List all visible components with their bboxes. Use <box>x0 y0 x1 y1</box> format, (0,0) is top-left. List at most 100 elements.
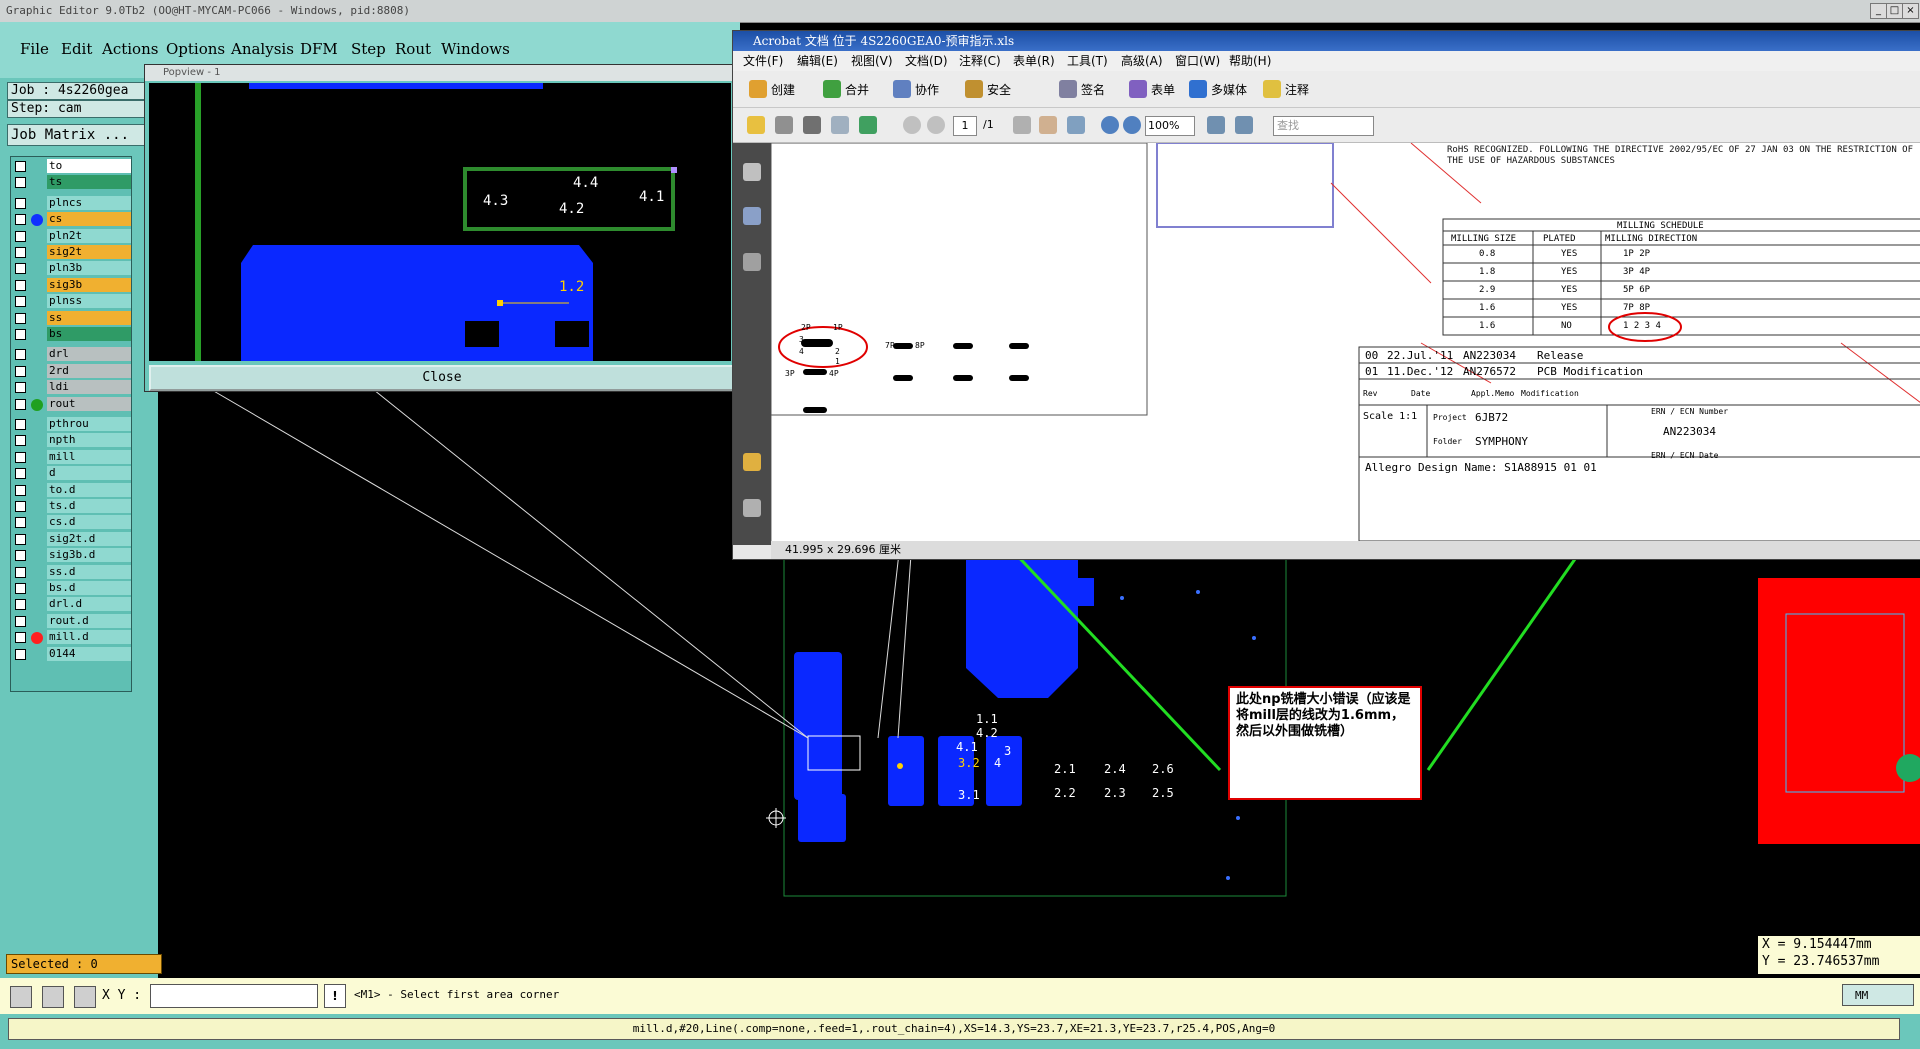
layer-row[interactable]: pthrou <box>13 417 131 432</box>
layer-row[interactable]: 2rd <box>13 363 131 379</box>
menu-step[interactable]: Step <box>351 40 386 58</box>
layer-checkbox[interactable] <box>15 501 26 512</box>
acro-menu-edit[interactable]: 编辑(E) <box>797 51 838 71</box>
layer-row[interactable]: mill <box>13 449 131 465</box>
layer-checkbox[interactable] <box>15 632 26 644</box>
select-tool-icon[interactable] <box>10 986 32 1008</box>
layer-checkbox[interactable] <box>15 382 26 394</box>
select-text-icon[interactable] <box>1013 116 1031 134</box>
layer-row[interactable]: sig2t <box>13 245 131 260</box>
alert-icon[interactable]: ! <box>324 984 346 1008</box>
prev-page-icon[interactable] <box>903 116 921 134</box>
pages-icon[interactable] <box>743 163 761 181</box>
layer-checkbox[interactable] <box>15 296 26 308</box>
layer-row[interactable]: plncs <box>13 195 131 211</box>
layer-row[interactable]: ts.d <box>13 499 131 514</box>
tb-sign[interactable]: 签名 <box>1081 81 1105 98</box>
layer-name[interactable]: ss.d <box>47 564 131 579</box>
zoom-out-icon[interactable] <box>1101 116 1119 134</box>
menu-dfm[interactable]: DFM <box>300 40 338 58</box>
layer-checkbox[interactable] <box>15 419 26 430</box>
layer-name[interactable]: ss <box>47 310 131 325</box>
layer-name[interactable]: to <box>47 159 131 173</box>
layer-row[interactable]: sig3b <box>13 277 131 293</box>
layer-checkbox[interactable] <box>15 566 26 578</box>
next-page-icon[interactable] <box>927 116 945 134</box>
layer-row[interactable]: drl.d <box>13 597 131 612</box>
layer-name[interactable]: to.d <box>47 482 131 497</box>
layer-checkbox[interactable] <box>15 533 26 545</box>
popview-close-button[interactable]: Close <box>149 365 735 391</box>
layer-name[interactable]: mill <box>47 449 131 464</box>
layer-checkbox[interactable] <box>15 349 26 361</box>
layer-name[interactable]: sig3b.d <box>47 548 131 563</box>
layer-checkbox[interactable] <box>15 312 26 324</box>
layer-name[interactable]: ldi <box>47 380 131 395</box>
layer-row[interactable]: to.d <box>13 482 131 498</box>
layer-checkbox[interactable] <box>15 177 26 189</box>
layer-name[interactable]: mill.d <box>47 630 131 645</box>
layer-name[interactable]: bs.d <box>47 581 131 595</box>
tb-comment[interactable]: 注释 <box>1285 81 1309 98</box>
layer-row[interactable]: sig2t.d <box>13 531 131 547</box>
layer-checkbox[interactable] <box>15 279 26 291</box>
signatures-icon[interactable] <box>743 253 761 271</box>
tb-multimedia[interactable]: 多媒体 <box>1211 81 1247 98</box>
acro-menu-help[interactable]: 帮助(H) <box>1229 51 1271 71</box>
zoom-in-icon[interactable] <box>1123 116 1141 134</box>
layer-name[interactable]: sig2t.d <box>47 531 131 546</box>
layer-name[interactable]: pln2t <box>47 228 131 243</box>
tb-combine[interactable]: 合并 <box>845 81 869 98</box>
layer-name[interactable]: sig2t <box>47 245 131 259</box>
layer-row[interactable]: bs.d <box>13 581 131 596</box>
menu-windows[interactable]: Windows <box>441 40 510 58</box>
layer-checkbox[interactable] <box>15 468 26 480</box>
tb-security[interactable]: 安全 <box>987 81 1011 98</box>
layer-row[interactable]: bs <box>13 327 131 342</box>
layer-name[interactable]: 2rd <box>47 363 131 378</box>
menu-analysis[interactable]: Analysis <box>231 40 294 58</box>
layer-name[interactable]: npth <box>47 433 131 448</box>
hand-icon[interactable] <box>1039 116 1057 134</box>
layer-name[interactable]: drl.d <box>47 597 131 612</box>
layer-checkbox[interactable] <box>15 435 26 447</box>
layer-row[interactable]: drl <box>13 347 131 362</box>
xy-input[interactable] <box>150 984 318 1008</box>
layer-checkbox[interactable] <box>15 365 26 377</box>
layer-name[interactable]: plncs <box>47 195 131 210</box>
layer-name[interactable]: drl <box>47 347 131 362</box>
save-icon[interactable] <box>803 116 821 134</box>
acro-menu-window[interactable]: 窗口(W) <box>1175 51 1220 71</box>
layer-row[interactable]: cs <box>13 212 131 227</box>
layer-checkbox[interactable] <box>15 484 26 496</box>
job-matrix-button[interactable]: Job Matrix ... <box>7 124 148 146</box>
layer-checkbox[interactable] <box>15 550 26 562</box>
layer-row[interactable]: sig3b.d <box>13 548 131 563</box>
acro-menu-file[interactable]: 文件(F) <box>743 51 783 71</box>
acro-menu-comment[interactable]: 注释(C) <box>959 51 1001 71</box>
bookmarks-icon[interactable] <box>743 207 761 225</box>
layer-row[interactable]: to <box>13 159 131 174</box>
menu-options[interactable]: Options <box>166 40 225 58</box>
layer-checkbox[interactable] <box>15 615 26 627</box>
grid-tool-icon[interactable] <box>74 986 96 1008</box>
layer-row[interactable]: rout.d <box>13 613 131 629</box>
layer-checkbox[interactable] <box>15 214 26 226</box>
acro-menu-tools[interactable]: 工具(T) <box>1067 51 1108 71</box>
layer-row[interactable]: pln3b <box>13 261 131 276</box>
acro-menu-advanced[interactable]: 高级(A) <box>1121 51 1163 71</box>
layer-name[interactable]: ts <box>47 175 131 190</box>
layer-checkbox[interactable] <box>15 197 26 209</box>
menu-actions[interactable]: Actions <box>102 40 158 58</box>
maximize-button[interactable]: □ <box>1886 3 1903 19</box>
tb-collaborate[interactable]: 协作 <box>915 81 939 98</box>
layer-checkbox[interactable] <box>15 648 26 660</box>
layer-name[interactable]: d <box>47 466 131 481</box>
layer-row[interactable]: cs.d <box>13 515 131 530</box>
popview-canvas[interactable]: 4.4 4.3 4.2 4.1 1.2 <box>149 83 731 361</box>
layer-checkbox[interactable] <box>15 451 26 463</box>
menu-file[interactable]: File <box>20 40 49 58</box>
menu-rout[interactable]: Rout <box>395 40 431 58</box>
attachment-icon[interactable] <box>743 499 761 517</box>
search-input[interactable]: 查找 <box>1273 116 1374 136</box>
